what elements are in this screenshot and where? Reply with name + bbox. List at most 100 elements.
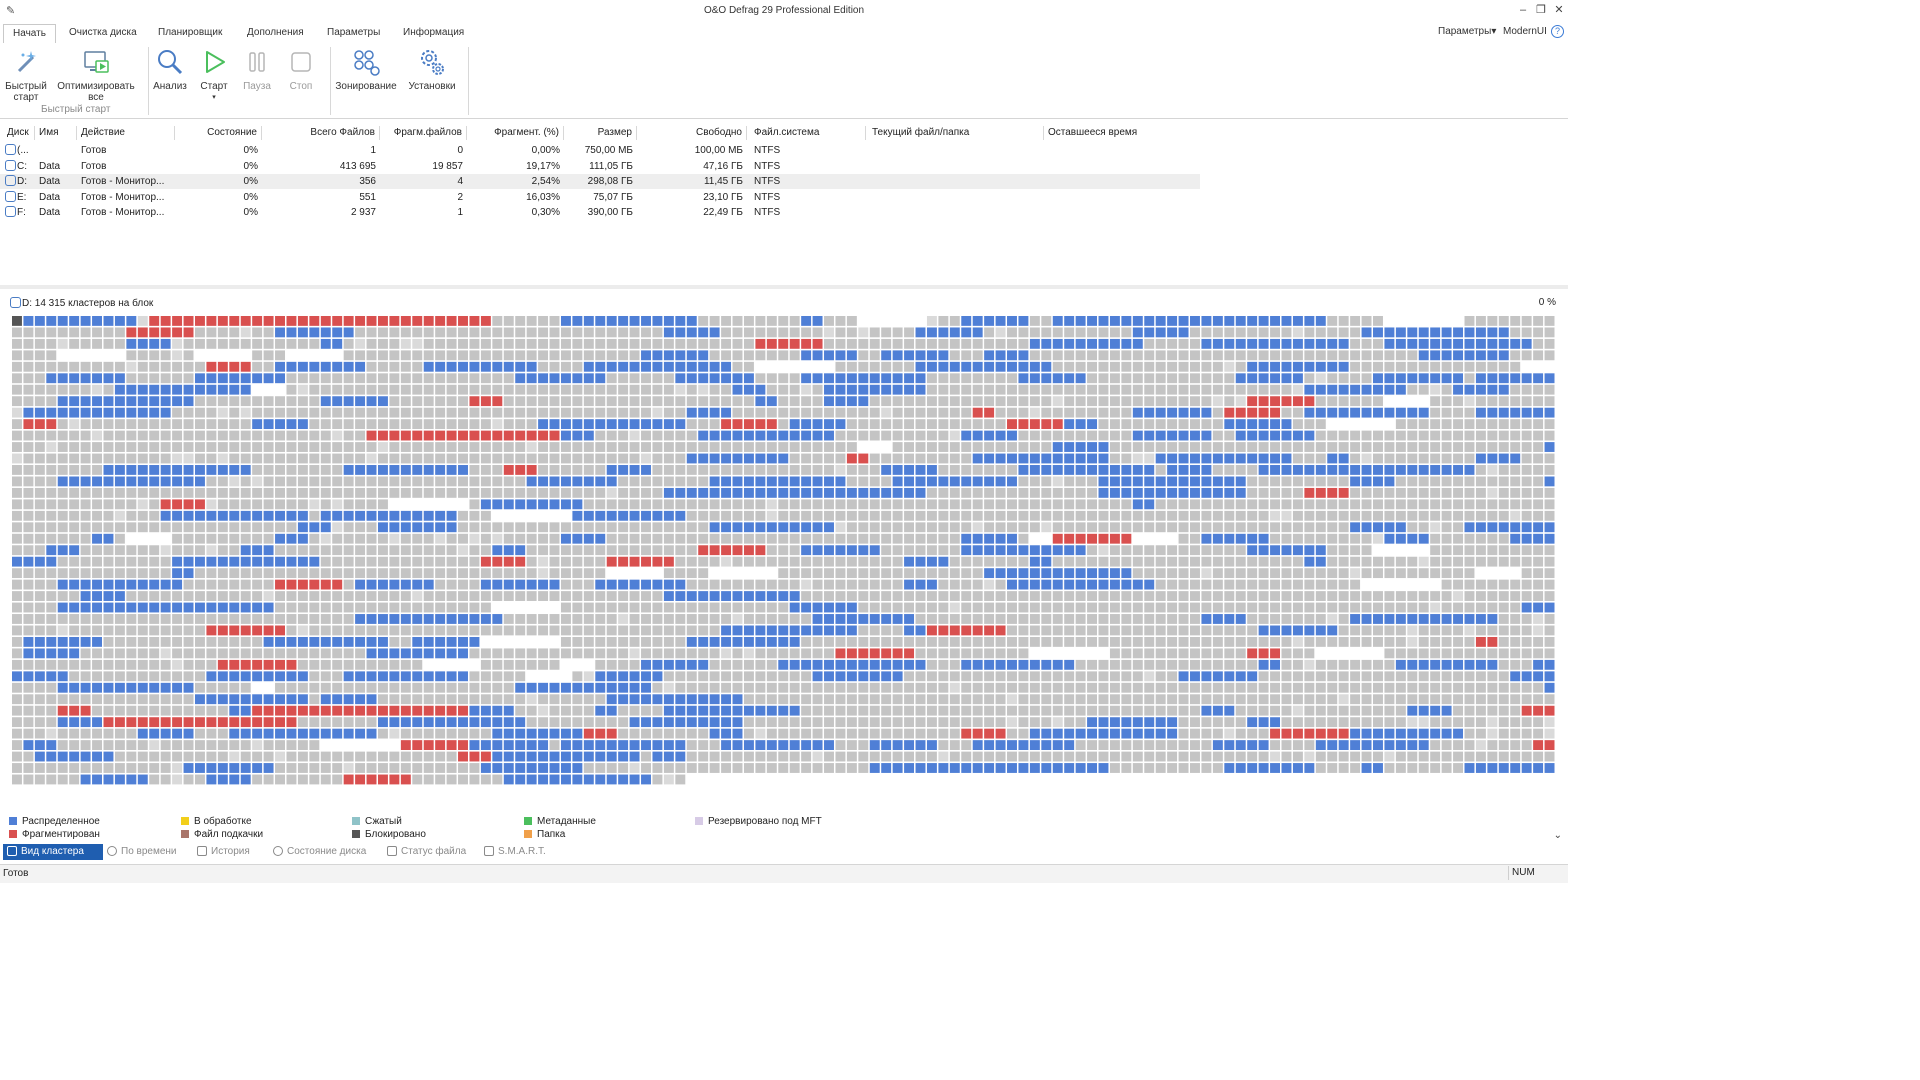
cluster-block[interactable] [869,361,880,372]
cluster-block[interactable] [1109,556,1120,567]
cluster-block[interactable] [435,671,446,682]
cluster-block[interactable] [1384,636,1395,647]
cluster-block[interactable] [789,419,800,430]
cluster-block[interactable] [1430,545,1441,556]
cluster-block[interactable] [69,671,80,682]
cluster-block[interactable] [881,545,892,556]
cluster-block[interactable] [240,568,251,579]
cluster-block[interactable] [709,705,720,716]
cluster-block[interactable] [1201,659,1212,670]
cluster-block[interactable] [526,373,537,384]
cluster-block[interactable] [698,545,709,556]
cluster-block[interactable] [1373,682,1383,693]
cluster-block[interactable] [1510,430,1521,441]
cluster-block[interactable] [755,465,766,475]
cluster-block[interactable] [435,556,446,567]
cluster-block[interactable] [1018,453,1029,464]
cluster-block[interactable] [1201,396,1212,407]
cluster-block[interactable] [1315,350,1326,361]
cluster-block[interactable] [789,465,800,475]
cluster-block[interactable] [686,373,697,384]
cluster-block[interactable] [400,694,411,705]
cluster-block[interactable] [275,579,285,590]
cluster-block[interactable] [755,556,766,567]
cluster-block[interactable] [892,705,903,716]
cluster-block[interactable] [1315,396,1326,407]
cluster-block[interactable] [1292,453,1303,464]
cluster-block[interactable] [400,419,411,430]
cluster-block[interactable] [1258,396,1269,407]
cluster-block[interactable] [1373,465,1383,475]
cluster-block[interactable] [675,487,686,498]
cluster-block[interactable] [194,705,205,716]
cluster-block[interactable] [926,442,937,452]
cluster-block[interactable] [1327,430,1338,441]
cluster-block[interactable] [69,384,80,395]
cluster-block[interactable] [1064,442,1075,452]
cluster-block[interactable] [755,396,766,407]
cluster-block[interactable] [1144,717,1155,728]
cluster-block[interactable] [1510,350,1521,361]
cluster-block[interactable] [297,350,308,361]
cluster-block[interactable] [137,671,148,682]
cluster-block[interactable] [778,694,789,705]
cluster-block[interactable] [949,568,960,579]
cluster-block[interactable] [1224,579,1235,590]
cluster-block[interactable] [69,350,80,361]
cluster-block[interactable] [355,556,366,567]
cluster-block[interactable] [995,602,1006,613]
cluster-block[interactable] [355,671,366,682]
cluster-block[interactable] [149,327,160,338]
cluster-block[interactable] [538,407,549,418]
cluster-block[interactable] [149,350,160,361]
cluster-block[interactable] [881,568,892,579]
cluster-block[interactable] [743,384,754,395]
cluster-block[interactable] [492,545,503,556]
cluster-block[interactable] [263,648,274,659]
cluster-block[interactable] [915,636,926,647]
cluster-block[interactable] [1212,407,1223,418]
cluster-block[interactable] [1247,636,1258,647]
cluster-block[interactable] [1258,407,1269,418]
cluster-block[interactable] [698,453,709,464]
cluster-block[interactable] [1292,419,1303,430]
cluster-block[interactable] [1292,316,1303,326]
cluster-block[interactable] [34,717,45,728]
cluster-block[interactable] [1212,316,1223,326]
cluster-block[interactable] [1109,591,1120,601]
cluster-block[interactable] [1498,465,1509,475]
cluster-block[interactable] [1178,499,1189,510]
cluster-block[interactable] [1224,694,1235,705]
cluster-block[interactable] [1212,384,1223,395]
cluster-block[interactable] [1384,705,1395,716]
cluster-block[interactable] [1475,465,1486,475]
cluster-block[interactable] [560,361,571,372]
cluster-block[interactable] [961,499,972,510]
cluster-block[interactable] [515,636,526,647]
cluster-block[interactable] [1155,396,1166,407]
cluster-block[interactable] [320,636,331,647]
cluster-block[interactable] [686,625,697,636]
cluster-block[interactable] [137,465,148,475]
cluster-block[interactable] [1121,430,1132,441]
cluster-block[interactable] [1327,350,1338,361]
cluster-block[interactable] [709,316,720,326]
cluster-block[interactable] [172,717,183,728]
cluster-block[interactable] [423,442,434,452]
cluster-block[interactable] [663,430,674,441]
cluster-block[interactable] [1418,568,1429,579]
cluster-block[interactable] [114,556,125,567]
cluster-block[interactable] [743,373,754,384]
cluster-block[interactable] [869,396,880,407]
cluster-block[interactable] [1350,316,1361,326]
cluster-block[interactable] [114,384,125,395]
cluster-block[interactable] [400,648,411,659]
cluster-block[interactable] [1270,499,1281,510]
cluster-block[interactable] [1327,556,1338,567]
cluster-block[interactable] [1430,671,1441,682]
cluster-block[interactable] [538,545,549,556]
cluster-block[interactable] [1304,510,1315,521]
cluster-block[interactable] [1132,591,1143,601]
cluster-block[interactable] [366,499,377,510]
cluster-block[interactable] [675,373,686,384]
